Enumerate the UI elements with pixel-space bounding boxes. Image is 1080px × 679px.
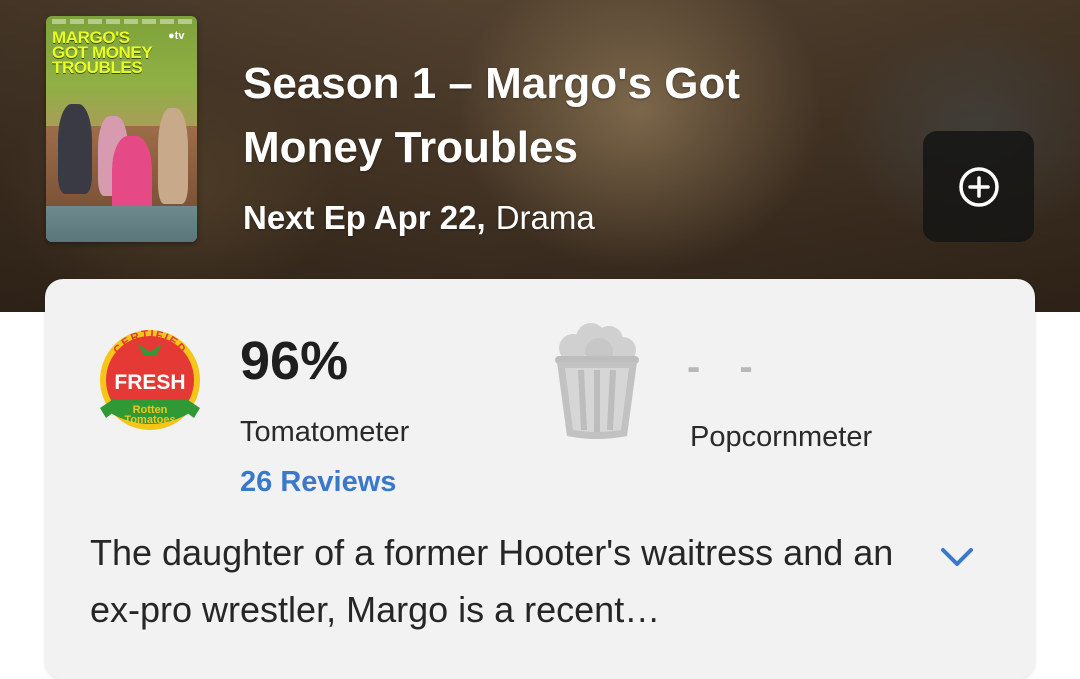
chevron-down-icon[interactable] [939,545,975,569]
popcornmeter-score: - - [687,345,767,389]
poster-title-line: TROUBLES [52,58,143,77]
badge-fresh-text: FRESH [114,371,185,394]
tomatometer-label: Tomatometer [240,416,410,448]
poster-figure [58,104,92,194]
apple-tv-logo: ●tv [168,30,184,42]
poster-figure [158,108,188,204]
poster-credits [52,19,192,24]
synopsis-text: The daughter of a former Hooter's waitre… [90,532,894,630]
apple-icon: ● [168,30,175,42]
network-label: tv [174,30,185,42]
tomatometer-score: 96% [240,331,349,391]
hero-banner: MARGO'S GOT MONEY TROUBLES ●tv Season 1 … [0,0,1080,312]
reviews-link[interactable]: 26 Reviews [240,462,396,502]
certified-fresh-icon: CERTIFIED FRESH Rotten Tomatoes [100,329,200,430]
show-title: Season 1 – Margo's Got Money Troubles [243,59,741,172]
plus-circle-icon [958,166,999,207]
poster-title: MARGO'S GOT MONEY TROUBLES [52,29,167,77]
show-poster[interactable]: MARGO'S GOT MONEY TROUBLES ●tv [46,16,197,242]
poster-floor [46,206,197,242]
badge-brand-line2: Tomatoes [124,414,175,426]
show-meta: Next Ep Apr 22, Drama [243,196,595,240]
genre-label: Drama [495,199,595,236]
next-episode-date: Next Ep Apr 22, [243,199,486,236]
popcorn-bucket-icon [555,323,639,439]
score-card: CERTIFIED FRESH Rotten Tomatoes 96% Toma… [45,279,1035,679]
popcornmeter-label: Popcornmeter [690,421,873,453]
add-to-watchlist-button[interactable] [923,131,1034,242]
